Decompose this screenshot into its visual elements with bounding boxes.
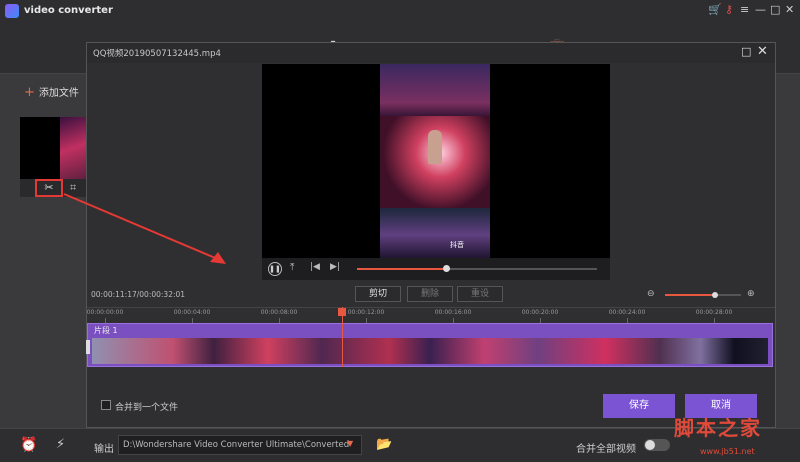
dialog-titlebar: QQ视频20190507132445.mp4 □ ✕ [87, 43, 775, 63]
merge-all-toggle[interactable] [644, 439, 670, 451]
player-progress-slider[interactable] [357, 265, 597, 272]
output-path-field[interactable]: D:\Wondershare Video Converter Ultimate\… [118, 435, 362, 455]
video-preview: 抖音 ❚❚ ⤒ |◀ ▶| [262, 64, 610, 280]
cut-button[interactable]: 剪切 [355, 286, 401, 302]
save-button[interactable]: 保存 [603, 394, 675, 418]
ruler-tick-label: 00:00:04:00 [173, 309, 211, 316]
key-icon[interactable]: ⚷ [725, 3, 733, 16]
watermark-url: www.jb51.net [700, 447, 755, 456]
app-logo-icon [5, 4, 19, 18]
close-icon[interactable]: ✕ [757, 44, 768, 59]
timecode: 00:00:11:17/00:00:32:01 [91, 290, 186, 299]
ruler-tick-label: 00:00:08:00 [260, 309, 298, 316]
playhead[interactable] [342, 307, 343, 367]
merge-all-label: 合并全部视频 [576, 444, 636, 455]
trim-handle-left[interactable] [86, 340, 90, 354]
menu-icon[interactable]: ≡ [740, 3, 749, 16]
close-icon[interactable]: ✕ [785, 3, 794, 16]
add-files-label: 添加文件 [38, 88, 79, 99]
merge-label: 合并到一个文件 [115, 403, 179, 413]
timeline-track[interactable]: 片段 1 [86, 323, 773, 367]
ruler-tick-label: 00:00:20:00 [521, 309, 559, 316]
app-title: video converter [24, 5, 113, 16]
zoom-out-icon[interactable]: ⊖ [647, 289, 655, 299]
tiktok-logo: 抖音 [450, 241, 464, 249]
maximize-icon[interactable]: □ [741, 45, 751, 58]
zoom-thumb[interactable] [712, 292, 719, 298]
ruler-tick-label: 00:00:28:00 [695, 309, 733, 316]
cart-icon[interactable]: 🛒 [708, 3, 722, 16]
clip-label: 片段 1 [94, 326, 118, 335]
add-files-button[interactable]: + 添加文件 [24, 84, 79, 100]
delete-button[interactable]: 删除 [407, 286, 453, 302]
pause-icon[interactable]: ❚❚ [268, 262, 282, 276]
bolt-icon[interactable]: ⚡ [56, 437, 65, 452]
minimize-icon[interactable]: — [755, 3, 766, 16]
previous-frame-icon[interactable]: |◀ [310, 262, 320, 272]
zoom-slider[interactable] [665, 292, 741, 298]
app-titlebar: video converter 🛒 ⚷ ≡ — □ ✕ [0, 0, 800, 24]
filmstrip [92, 338, 768, 364]
maximize-icon[interactable]: □ [770, 3, 780, 16]
player-controls: ❚❚ ⤒ |◀ ▶| [262, 258, 610, 280]
alarm-icon[interactable]: ⏰ [20, 437, 37, 453]
ruler-tick-label: 00:00:16:00 [434, 309, 472, 316]
video-frame: 抖音 [380, 64, 490, 258]
watermark: 脚本之家 [674, 416, 762, 440]
edit-bar: 00:00:11:17/00:00:32:01 剪切 删除 重设 ⊖ ⊕ [87, 283, 775, 307]
ruler-tick-label: 00:00:12:00 [347, 309, 385, 316]
folder-icon[interactable]: 📂 [376, 437, 392, 452]
dialog-title: QQ视频20190507132445.mp4 [93, 49, 221, 59]
scissors-icon: ✂ [44, 181, 54, 194]
output-label: 输出 [94, 444, 114, 455]
player-progress-thumb[interactable] [442, 265, 450, 272]
next-frame-icon[interactable]: ▶| [330, 262, 340, 272]
playhead-handle[interactable] [338, 308, 346, 316]
chevron-down-icon[interactable]: ▼ [347, 439, 353, 448]
ruler-tick-label: 00:00:24:00 [608, 309, 646, 316]
zoom-in-icon[interactable]: ⊕ [747, 289, 755, 299]
snapshot-icon[interactable]: ⤒ [290, 262, 294, 273]
reset-button[interactable]: 重设 [457, 286, 503, 302]
zoom-fill [665, 294, 716, 296]
plus-icon: + [24, 85, 35, 100]
timeline-ruler: 00:00:00:00 00:00:04:00 00:00:08:00 00:00:1… [87, 307, 775, 323]
trim-dialog: QQ视频20190507132445.mp4 □ ✕ 抖音 ❚❚ ⤒ |◀ ▶|… [86, 42, 776, 428]
player-progress-fill [357, 268, 446, 270]
merge-checkbox[interactable] [101, 400, 111, 410]
trim-button[interactable]: ✂ [35, 179, 63, 197]
crop-icon[interactable]: ⌗ [70, 181, 76, 195]
ruler-tick-label: 00:00:00:00 [86, 309, 124, 316]
